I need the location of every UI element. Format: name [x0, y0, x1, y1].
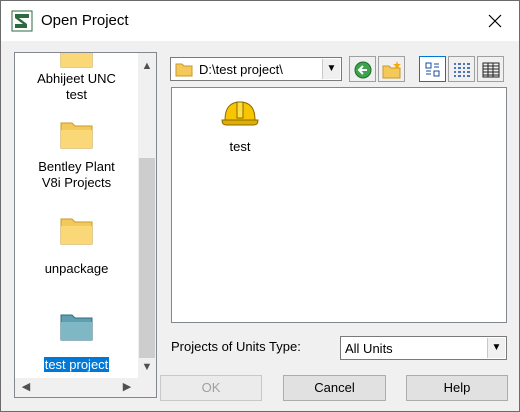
scroll-left-icon[interactable]: ◀	[17, 378, 35, 397]
back-button[interactable]	[349, 56, 376, 82]
folder-horizontal-scrollbar[interactable]: ◀ ▶	[15, 378, 138, 397]
folder-label: Abhijeet UNC	[37, 71, 116, 86]
scroll-down-icon[interactable]: ▼	[138, 358, 156, 376]
cancel-button[interactable]: Cancel	[283, 375, 386, 401]
folder-item-bentley-plant[interactable]: Bentley Plant V8i Projects	[15, 119, 138, 191]
help-button[interactable]: Help	[406, 375, 508, 401]
folder-open-icon	[60, 314, 92, 341]
chevron-down-icon[interactable]: ▼	[487, 338, 505, 358]
new-folder-icon	[382, 61, 401, 79]
details-view-icon	[482, 62, 500, 78]
folder-label: test	[66, 87, 87, 102]
scrollbar-corner	[138, 378, 156, 397]
folder-label: V8i Projects	[41, 175, 112, 190]
folder-icon	[175, 63, 193, 77]
folder-icon	[60, 53, 92, 68]
folder-label: unpackage	[44, 261, 109, 276]
file-label: test	[229, 139, 251, 154]
folder-vertical-scrollbar[interactable]: ▲ ▼	[138, 53, 156, 378]
app-icon	[11, 10, 33, 32]
ok-button[interactable]: OK	[160, 375, 262, 401]
folder-label: Bentley Plant	[38, 159, 115, 174]
folder-label-selected: test project	[42, 357, 111, 373]
folder-icon	[60, 122, 92, 149]
units-type-select[interactable]: All Units ▼	[340, 336, 507, 360]
new-folder-button[interactable]	[378, 56, 405, 82]
back-icon	[354, 61, 372, 79]
hard-hat-icon	[221, 101, 259, 126]
folder-pane[interactable]: Abhijeet UNC test Bentley Plant V8i Proj…	[14, 52, 157, 398]
title-bar: Open Project	[1, 1, 519, 41]
scroll-up-icon[interactable]: ▲	[138, 57, 156, 75]
details-view-button[interactable]	[477, 56, 504, 82]
file-item-test[interactable]: test	[212, 96, 268, 154]
large-icons-view-button[interactable]	[419, 56, 446, 82]
units-type-label: Projects of Units Type:	[171, 339, 301, 354]
window-title: Open Project	[41, 12, 129, 29]
folder-item-unpackage[interactable]: unpackage	[15, 215, 138, 277]
folder-item-abhijeet[interactable]: Abhijeet UNC test	[15, 53, 138, 103]
file-list[interactable]: test	[171, 87, 507, 323]
path-combobox[interactable]: D:\test project\ ▼	[170, 57, 342, 81]
large-icons-view-icon	[425, 62, 440, 77]
open-project-dialog: Open Project Abhijeet UNC test Bentley P…	[0, 0, 520, 412]
units-type-value: All Units	[345, 341, 393, 356]
list-view-icon	[454, 63, 470, 77]
list-view-button[interactable]	[448, 56, 475, 82]
chevron-down-icon[interactable]: ▼	[322, 59, 340, 79]
path-value: D:\test project\	[199, 62, 283, 77]
folder-item-test-project[interactable]: test project	[15, 311, 138, 373]
scroll-right-icon[interactable]: ▶	[118, 378, 136, 397]
close-icon[interactable]	[483, 9, 507, 33]
scroll-thumb[interactable]	[139, 158, 155, 358]
folder-icon	[60, 218, 92, 245]
folder-list: Abhijeet UNC test Bentley Plant V8i Proj…	[15, 53, 138, 378]
